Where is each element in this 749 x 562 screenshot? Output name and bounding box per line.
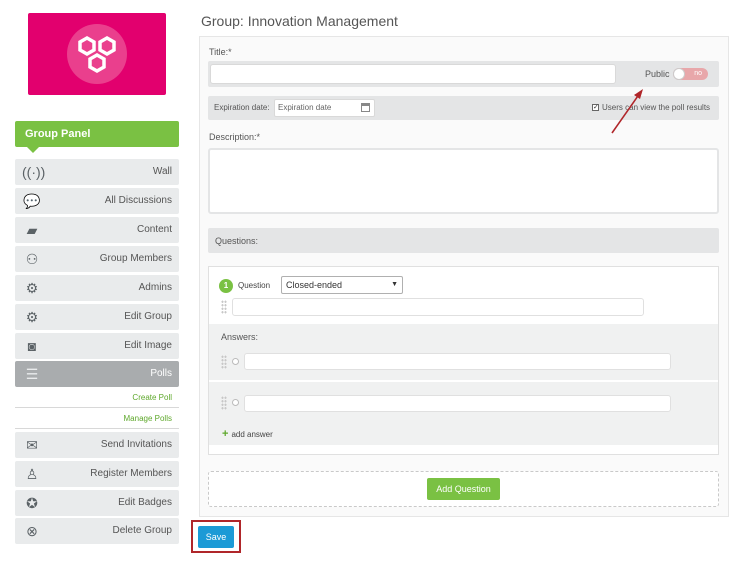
sidebar-item-label: Admins	[138, 282, 172, 293]
sidebar-item-label: Delete Group	[112, 525, 172, 536]
toggle-knob	[673, 68, 685, 80]
sidebar-item-label: Edit Badges	[118, 497, 172, 508]
add-answer-link[interactable]: + add answer	[222, 428, 273, 440]
dropdown-arrow-icon: ▼	[391, 281, 398, 288]
sidebar-item-wall[interactable]: ((·)) Wall	[15, 159, 179, 185]
public-toggle[interactable]: no	[673, 68, 708, 80]
sidebar-item-label: Content	[136, 224, 172, 235]
drag-handle-icon[interactable]	[221, 396, 227, 410]
folder-icon: ▰	[26, 222, 38, 238]
sidebar-item-send-invitations[interactable]: ✉ Send Invitations	[15, 432, 179, 458]
annotation-arrow	[611, 89, 643, 134]
sidebar-item-group-members[interactable]: ⚇ Group Members	[15, 246, 179, 272]
badge-icon: ✪	[26, 495, 38, 511]
sidebar-item-label: Edit Group	[124, 311, 172, 322]
answer-input[interactable]	[244, 353, 671, 370]
add-answer-label: add answer	[231, 430, 273, 439]
add-question-button[interactable]: Add Question	[427, 478, 500, 500]
question-text-input[interactable]	[232, 298, 644, 316]
add-user-icon: ♙	[25, 466, 39, 482]
question-type-select[interactable]: Closed-ended ▼	[281, 276, 403, 294]
questions-label: Questions:	[215, 236, 259, 246]
toggle-state: no	[694, 70, 702, 77]
plus-icon: +	[222, 428, 229, 440]
sidebar-item-label: Register Members	[90, 468, 172, 479]
sidebar-item-label: Send Invitations	[100, 439, 172, 450]
save-button[interactable]: Save	[198, 526, 234, 548]
sidebar-item-label: Polls	[150, 368, 172, 379]
title-label: Title:*	[209, 47, 232, 57]
expiration-label: Expiration date:	[214, 103, 270, 112]
answer-radio-icon	[232, 358, 239, 365]
answer-radio-icon	[232, 399, 239, 406]
question-number-badge: 1	[219, 279, 233, 293]
question-type-value: Closed-ended	[286, 280, 343, 290]
create-poll-link[interactable]: Create Poll	[15, 388, 179, 408]
group-panel-header: Group Panel	[15, 121, 179, 153]
manage-polls-link[interactable]: Manage Polls	[15, 409, 179, 429]
envelope-icon: ✉	[26, 437, 38, 453]
title-input[interactable]	[210, 64, 616, 84]
gears-icon: ⚙	[25, 309, 39, 325]
hexagons-icon	[67, 24, 127, 84]
calendar-icon[interactable]	[361, 103, 370, 112]
sidebar-item-register-members[interactable]: ♙ Register Members	[15, 461, 179, 487]
sidebar-item-polls[interactable]: ☰ Polls	[15, 361, 179, 387]
admins-icon: ⚙	[25, 280, 39, 296]
questions-header: Questions:	[208, 228, 719, 253]
sidebar-item-all-discussions[interactable]: 💬 All Discussions	[15, 188, 179, 214]
group-logo	[28, 13, 166, 95]
sidebar-item-label: Edit Image	[124, 340, 172, 351]
broadcast-icon: ((·))	[22, 164, 46, 180]
expiration-placeholder: Expiration date	[278, 103, 332, 112]
answer-block	[209, 382, 718, 445]
description-textarea[interactable]	[208, 148, 719, 214]
sidebar-item-label: Group Members	[99, 253, 172, 264]
members-icon: ⚇	[25, 251, 39, 267]
sidebar-item-edit-image[interactable]: ◙ Edit Image	[15, 333, 179, 359]
sidebar-item-admins[interactable]: ⚙ Admins	[15, 275, 179, 301]
drag-handle-icon[interactable]	[221, 300, 227, 314]
description-label: Description:*	[209, 132, 261, 142]
sidebar-item-label: Wall	[152, 166, 172, 177]
bar-chart-icon: ☰	[25, 366, 39, 382]
answer-block	[209, 324, 718, 380]
results-visible-checkbox[interactable]: ✓	[592, 104, 599, 111]
sidebar-item-content[interactable]: ▰ Content	[15, 217, 179, 243]
delete-group-icon: ⊗	[26, 523, 38, 539]
sidebar-item-edit-badges[interactable]: ✪ Edit Badges	[15, 490, 179, 516]
public-label: Public	[645, 69, 670, 79]
answers-label: Answers:	[221, 332, 259, 342]
sidebar-item-delete-group[interactable]: ⊗ Delete Group	[15, 518, 179, 544]
camera-icon: ◙	[27, 338, 37, 354]
question-label: Question	[238, 281, 271, 290]
drag-handle-icon[interactable]	[221, 355, 227, 369]
sidebar-item-label: All Discussions	[104, 195, 172, 206]
expiration-date-input[interactable]: Expiration date	[274, 99, 375, 117]
sidebar-item-edit-group[interactable]: ⚙ Edit Group	[15, 304, 179, 330]
chat-bubbles-icon: 💬	[23, 193, 41, 209]
page-title: Group: Innovation Management	[201, 13, 398, 29]
answer-input[interactable]	[244, 395, 671, 412]
